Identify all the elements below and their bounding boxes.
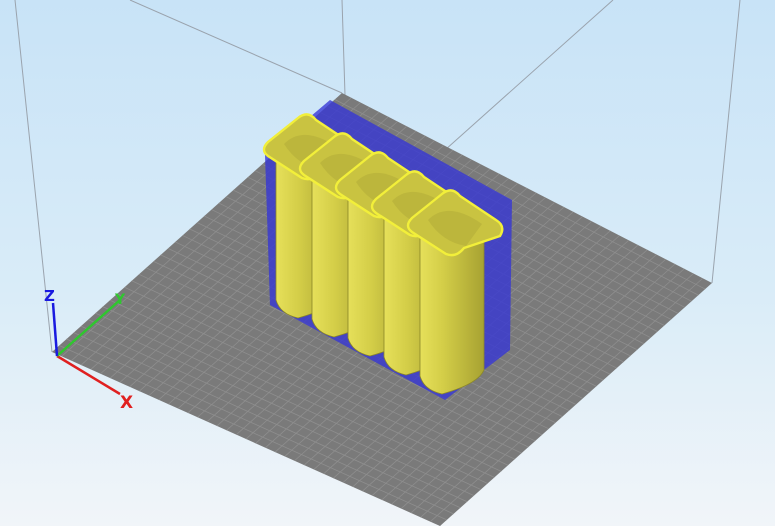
3d-viewport[interactable]: X Y Z (0, 0, 775, 526)
y-axis-label: Y (114, 292, 126, 308)
z-axis-label: Z (44, 287, 55, 305)
scene-canvas[interactable]: X Y Z (0, 0, 775, 526)
x-axis-label: X (120, 393, 133, 413)
z-axis (51, 302, 59, 357)
